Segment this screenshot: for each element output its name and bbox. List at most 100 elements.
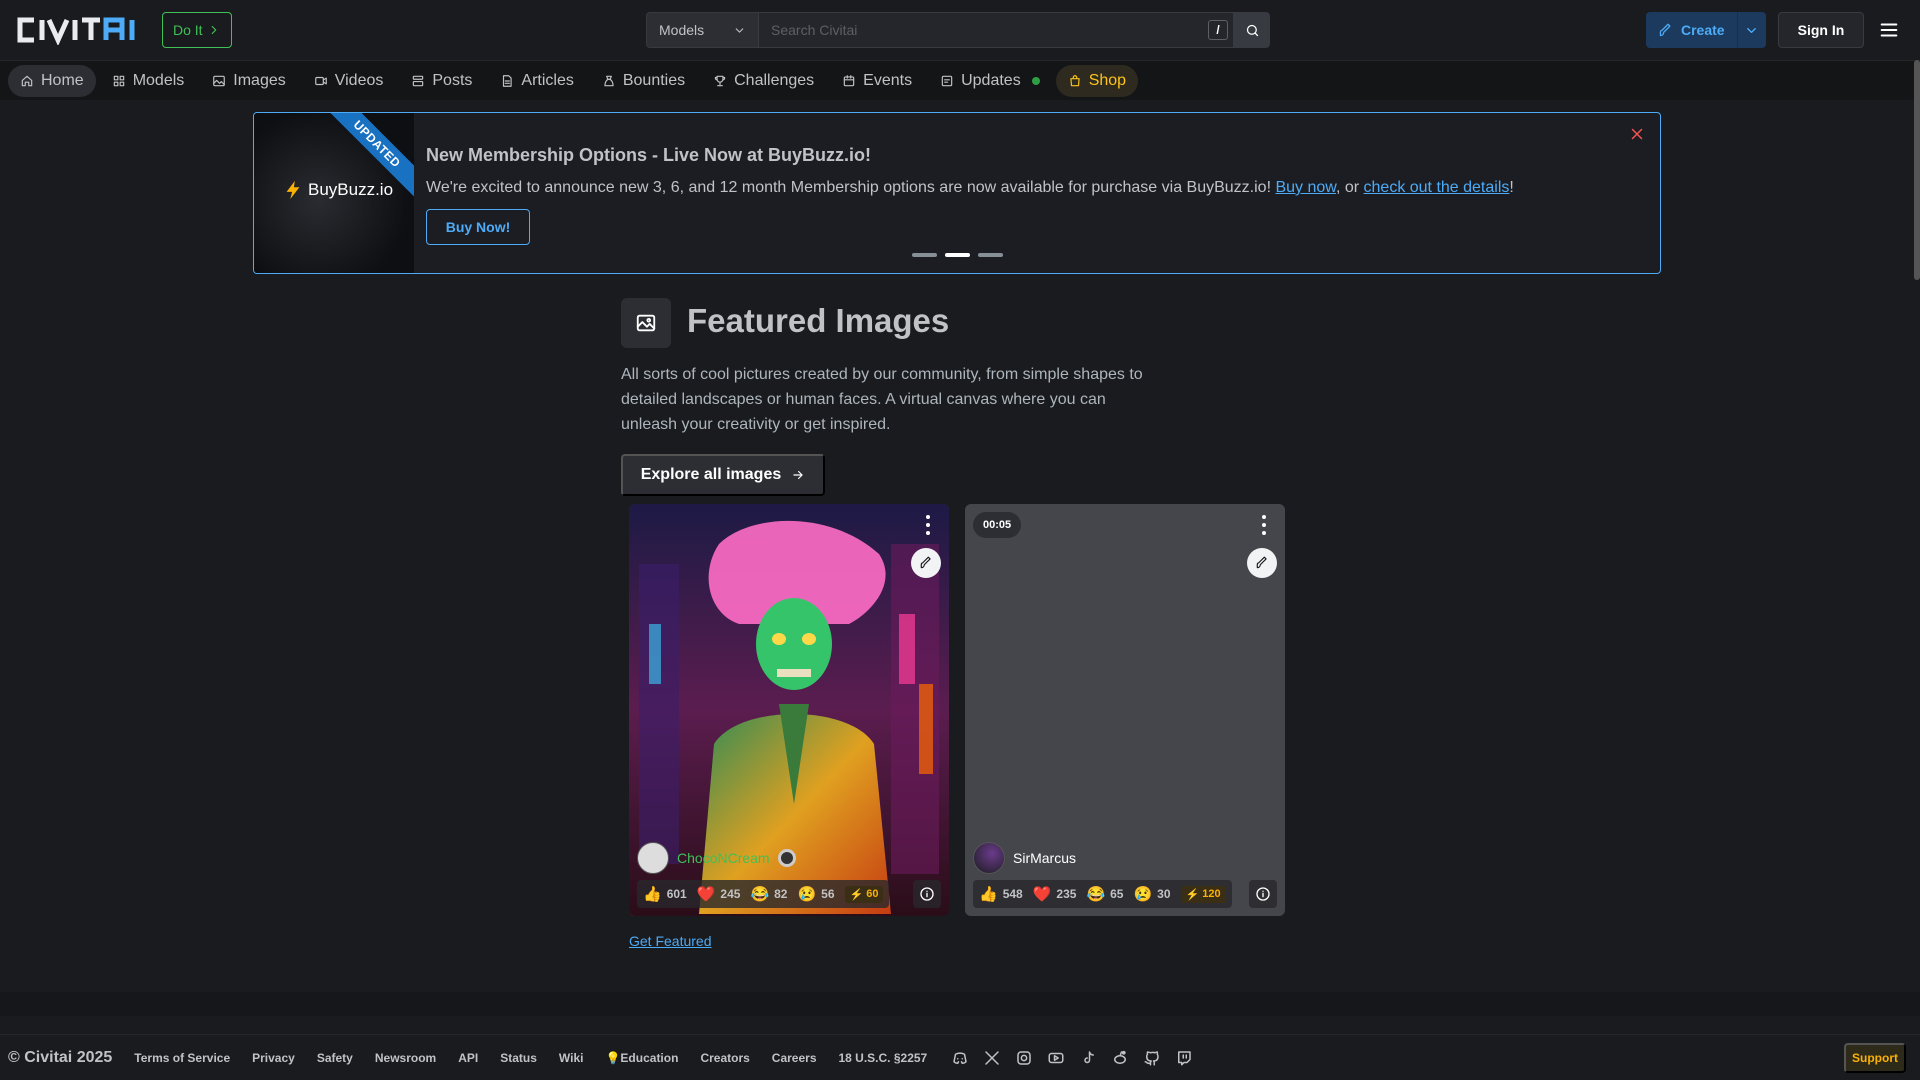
footer-link-privacy[interactable]: Privacy <box>252 1051 295 1065</box>
nav-videos[interactable]: Videos <box>302 65 396 97</box>
chevron-down-icon <box>735 27 744 33</box>
nav-images[interactable]: Images <box>200 65 297 97</box>
nav-updates[interactable]: Updates <box>928 65 1052 97</box>
search-input[interactable] <box>758 12 1234 48</box>
section-title: Featured Images <box>687 302 950 339</box>
laugh-reaction[interactable]: 😂 82 <box>750 885 787 903</box>
main-nav: Home Models Images Videos Posts Articles… <box>0 60 1920 100</box>
like-reaction[interactable]: 👍 548 <box>979 885 1023 903</box>
nav-challenges[interactable]: Challenges <box>701 65 826 97</box>
cry-reaction[interactable]: 😢 30 <box>1133 885 1170 903</box>
nav-bounties[interactable]: Bounties <box>590 65 697 97</box>
remix-link-button[interactable] <box>1247 548 1277 578</box>
civitai-logo[interactable] <box>12 15 152 45</box>
carousel-dot[interactable] <box>912 253 937 257</box>
nav-models[interactable]: Models <box>100 65 197 97</box>
github-icon[interactable] <box>1143 1049 1161 1067</box>
carousel-dot[interactable] <box>978 253 1003 257</box>
twitch-icon[interactable] <box>1175 1049 1193 1067</box>
create-button[interactable]: Create <box>1646 12 1738 48</box>
cry-count: 30 <box>1157 887 1171 901</box>
card-author[interactable]: ChocoNCream <box>637 842 796 874</box>
buy-now-button[interactable]: Buy Now! <box>426 209 530 245</box>
create-dropdown-toggle[interactable] <box>1738 12 1766 48</box>
nav-label: Challenges <box>734 71 815 89</box>
lightning-icon: ⚡ <box>849 888 864 901</box>
explore-label: Explore all images <box>640 466 782 483</box>
heart-reaction[interactable]: ❤️ 235 <box>1033 885 1077 903</box>
banner-text-part: ! <box>1509 179 1514 196</box>
support-button[interactable]: Support <box>1844 1043 1906 1073</box>
footer-link-2257[interactable]: 18 U.S.C. §2257 <box>839 1051 928 1065</box>
like-reaction[interactable]: 👍 601 <box>643 885 687 903</box>
footer-link-creators[interactable]: Creators <box>700 1051 749 1065</box>
nav-posts[interactable]: Posts <box>399 65 484 97</box>
details-link[interactable]: check out the details <box>1364 179 1510 196</box>
info-button[interactable] <box>913 880 941 908</box>
do-it-button[interactable]: Do It <box>162 12 232 48</box>
brush-icon <box>1256 556 1267 569</box>
buybuzz-logo: BuyBuzz.io <box>282 175 393 205</box>
laugh-reaction[interactable]: 😂 65 <box>1086 885 1123 903</box>
remix-link-button[interactable] <box>911 548 941 578</box>
info-button[interactable] <box>1249 880 1277 908</box>
carousel-dot-active[interactable] <box>945 253 970 257</box>
explore-all-images-button[interactable]: Explore all images <box>621 454 825 496</box>
laugh-icon: 😂 <box>1086 886 1106 903</box>
image-card[interactable]: ChocoNCream 👍 601 ❤️ 245 😂 82 😢 56 ⚡ 60 <box>629 504 949 916</box>
nav-shop[interactable]: Shop <box>1055 64 1139 97</box>
footer-link-education[interactable]: 💡Education <box>605 1051 678 1065</box>
search-button[interactable] <box>1234 12 1270 48</box>
video-icon <box>314 76 327 85</box>
footer-link-terms[interactable]: Terms of Service <box>134 1051 230 1065</box>
heart-reaction[interactable]: ❤️ 245 <box>697 885 741 903</box>
banner-text-part: We're excited to announce new 3, 6, and … <box>426 179 1276 196</box>
image-icon <box>636 314 656 332</box>
nav-articles[interactable]: Articles <box>488 65 585 97</box>
footer-link-newsroom[interactable]: Newsroom <box>375 1051 436 1065</box>
get-featured-link[interactable]: Get Featured <box>629 933 712 949</box>
sign-in-button[interactable]: Sign In <box>1778 12 1864 48</box>
copyright: © Civitai 2025 <box>8 1048 113 1066</box>
article-icon <box>503 74 513 87</box>
more-options-icon[interactable] <box>1257 514 1271 536</box>
new-indicator-dot <box>1031 76 1040 85</box>
youtube-icon[interactable] <box>1047 1049 1065 1067</box>
avatar <box>973 842 1005 874</box>
discord-icon[interactable] <box>951 1049 969 1067</box>
nav-label: Events <box>863 71 913 89</box>
cry-icon: 😢 <box>1133 886 1153 903</box>
x-icon[interactable] <box>983 1049 1001 1067</box>
buzz-tip-badge[interactable]: ⚡ 120 <box>1180 885 1226 903</box>
buzz-tip-badge[interactable]: ⚡ 60 <box>844 885 884 903</box>
footer-link-api[interactable]: API <box>458 1051 478 1065</box>
tiktok-icon[interactable] <box>1079 1049 1097 1067</box>
search-bar: Models / <box>646 12 1270 48</box>
footer-link-status[interactable]: Status <box>500 1051 537 1065</box>
reddit-icon[interactable] <box>1111 1049 1129 1067</box>
cry-reaction[interactable]: 😢 56 <box>797 885 834 903</box>
section-divider <box>0 992 1920 1016</box>
menu-icon[interactable] <box>1878 18 1900 42</box>
buy-now-link[interactable]: Buy now <box>1275 179 1335 196</box>
footer-link-careers[interactable]: Careers <box>772 1051 817 1065</box>
close-icon[interactable] <box>1628 125 1646 143</box>
instagram-icon[interactable] <box>1015 1049 1033 1067</box>
card-author[interactable]: SirMarcus <box>973 842 1076 874</box>
do-it-label: Do It <box>173 22 203 38</box>
chevron-right-icon <box>211 25 216 35</box>
laugh-icon: 😂 <box>750 886 770 903</box>
brush-icon <box>1659 23 1671 36</box>
footer-link-wiki[interactable]: Wiki <box>559 1051 584 1065</box>
footer: © Civitai 2025 Terms of Service Privacy … <box>0 1034 1920 1080</box>
nav-events[interactable]: Events <box>830 65 924 97</box>
more-options-icon[interactable] <box>921 514 935 536</box>
search-category-select[interactable]: Models <box>646 12 758 48</box>
bounty-icon <box>604 75 614 86</box>
page-scrollbar[interactable] <box>1914 60 1920 280</box>
author-name: ChocoNCream <box>677 850 770 866</box>
banner-text-part: , or <box>1335 179 1364 196</box>
footer-link-safety[interactable]: Safety <box>317 1051 353 1065</box>
nav-home[interactable]: Home <box>8 64 96 97</box>
video-card[interactable]: 00:05 SirMarcus 👍 548 ❤️ 235 😂 65 😢 30 ⚡ 120 <box>965 504 1285 916</box>
